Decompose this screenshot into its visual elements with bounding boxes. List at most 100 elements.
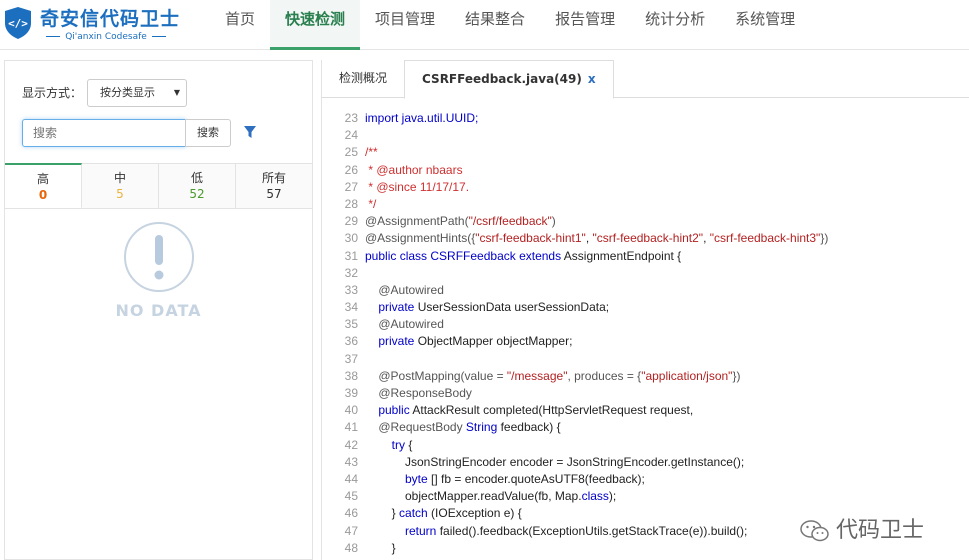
tab-all[interactable]: 所有 57 xyxy=(236,164,312,208)
tab-count: 0 xyxy=(38,188,48,202)
code-token: }) xyxy=(820,231,829,246)
code-panel: 检测概况 CSRFFeedback.java(49) x 23 import jav… xyxy=(321,60,969,560)
nav-quick-scan[interactable]: 快速检测 xyxy=(270,0,361,50)
nav-report-management[interactable]: 报告管理 xyxy=(540,0,630,50)
close-icon[interactable]: x xyxy=(588,72,596,86)
tab-high[interactable]: 高 0 xyxy=(5,163,82,208)
code-token: @PostMapping(value = xyxy=(365,368,507,383)
code-line: 28 */ xyxy=(322,196,969,213)
code-token: }) xyxy=(732,368,741,383)
line-number: 44 xyxy=(344,471,358,486)
code-token: try xyxy=(365,437,409,452)
code-token: AttackResult completed(HttpServletReques… xyxy=(412,403,694,418)
line-code: private UserSessionData userSessionData; xyxy=(365,299,609,316)
code-line: 33 @Autowired xyxy=(322,282,969,299)
tab-scan-overview[interactable]: 检测概况 xyxy=(322,60,404,98)
tab-label: 所有 xyxy=(261,171,286,185)
line-number: 28 xyxy=(344,196,358,211)
line-number: 47 xyxy=(344,523,358,538)
code-token: * @since 11/17/17. xyxy=(365,179,470,194)
line-code: return failed().feedback(ExceptionUtils.… xyxy=(365,523,747,540)
code-token: , produces = { xyxy=(567,368,642,383)
code-viewer: 23 import java.util.UUID; 24 25 /** 26 * @aut… xyxy=(322,110,969,560)
code-token: [] fb = encoder.quoteAsUTF8(feedback); xyxy=(431,471,645,486)
display-mode-value: 按分类显示 xyxy=(100,86,155,99)
display-mode-select[interactable]: 按分类显示 ▼ xyxy=(87,79,187,107)
code-token: "/csrf/feedback" xyxy=(468,214,552,229)
line-code: public AttackResult completed(HttpServle… xyxy=(365,402,693,419)
code-line: 36 private ObjectMapper objectMapper; xyxy=(322,333,969,350)
line-number: 42 xyxy=(344,437,358,452)
tab-low[interactable]: 低 52 xyxy=(159,164,236,208)
filter-icon[interactable] xyxy=(243,125,257,139)
line-code: } catch (IOException e) { xyxy=(365,505,522,522)
shield-code-icon: </> xyxy=(5,7,31,39)
line-number: 38 xyxy=(344,368,358,383)
nav-statistics[interactable]: 统计分析 xyxy=(630,0,720,50)
caret-down-icon: ▼ xyxy=(173,88,180,97)
line-number: 25 xyxy=(344,145,358,160)
code-token: { xyxy=(408,437,413,452)
code-line: 38 @PostMapping(value = "/message", prod… xyxy=(322,368,969,385)
line-number: 33 xyxy=(344,282,358,297)
search-input[interactable] xyxy=(22,119,186,147)
line-number: 23 xyxy=(344,111,358,125)
code-token: public class xyxy=(365,248,431,263)
nav-system-management[interactable]: 系统管理 xyxy=(720,0,810,50)
code-token: @RequestBody xyxy=(365,420,466,435)
main-nav: 首页 快速检测 项目管理 结果整合 报告管理 统计分析 系统管理 xyxy=(210,0,810,50)
line-code: @Autowired xyxy=(365,282,444,299)
code-line: 37 xyxy=(322,351,969,368)
line-code: JsonStringEncoder encoder = JsonStringEn… xyxy=(365,454,744,471)
nav-home[interactable]: 首页 xyxy=(210,0,270,50)
line-number: 41 xyxy=(344,420,358,435)
code-token: class xyxy=(581,489,609,504)
code-token: failed().feedback(ExceptionUtils.getStac… xyxy=(439,523,748,538)
code-token: ) xyxy=(551,214,556,229)
line-code: * @since 11/17/17. xyxy=(365,179,469,196)
code-token: "application/json" xyxy=(641,368,733,383)
code-token: objectMapper.readValue(fb, Map. xyxy=(365,489,582,504)
code-token: private xyxy=(365,300,418,315)
code-line: 45 objectMapper.readValue(fb, Map.class)… xyxy=(322,488,969,505)
code-line: 27 * @since 11/17/17. xyxy=(322,179,969,196)
line-number: 48 xyxy=(344,540,358,555)
line-code: */ xyxy=(365,196,376,213)
code-token: AssignmentEndpoint { xyxy=(563,248,682,263)
code-line: 31 public class CSRFFeedback extends Assi… xyxy=(322,248,969,265)
file-tabs: 检测概况 CSRFFeedback.java(49) x xyxy=(322,60,969,99)
display-mode-label: 显示方式： xyxy=(22,86,83,100)
code-token: byte xyxy=(365,471,432,486)
code-token: extends xyxy=(519,248,564,263)
tab-label: CSRFFeedback.java(49) xyxy=(422,72,582,86)
code-token: */ xyxy=(365,196,377,211)
code-token: "/message" xyxy=(506,368,568,383)
wechat-icon xyxy=(800,520,829,542)
code-token: catch xyxy=(399,506,432,521)
tab-csrffeedback-file[interactable]: CSRFFeedback.java(49) x xyxy=(404,60,614,99)
tab-count: 52 xyxy=(189,187,205,201)
nav-project-management[interactable]: 项目管理 xyxy=(360,0,450,50)
tab-label: 高 xyxy=(36,172,49,186)
code-token: (IOException e) { xyxy=(431,506,522,521)
line-number: 37 xyxy=(344,351,358,366)
line-number: 34 xyxy=(344,300,358,315)
code-token: @Autowired xyxy=(365,282,444,297)
code-line: 39 @ResponseBody xyxy=(322,385,969,402)
watermark-text: 代码卫士 xyxy=(836,518,925,543)
code-line: 23 import java.util.UUID; xyxy=(322,110,969,127)
line-code: @ResponseBody xyxy=(365,385,472,402)
app-logo[interactable]: </> 奇安信代码卫士 Qi'anxin Codesafe xyxy=(4,4,184,46)
code-line: 43 JsonStringEncoder encoder = JsonStrin… xyxy=(322,454,969,471)
nav-result-integration[interactable]: 结果整合 xyxy=(450,0,540,50)
code-token: import java.util.UUID; xyxy=(365,111,479,125)
tab-label: 中 xyxy=(113,171,126,185)
code-line: 24 xyxy=(322,127,969,144)
line-code: @AssignmentPath("/csrf/feedback") xyxy=(365,213,556,230)
code-line: 26 * @author nbaars xyxy=(322,162,969,179)
line-number: 27 xyxy=(344,179,358,194)
search-button[interactable]: 搜索 xyxy=(185,119,231,147)
tab-medium[interactable]: 中 5 xyxy=(82,164,159,208)
line-number: 24 xyxy=(344,128,358,143)
tab-label: 低 xyxy=(190,171,203,185)
